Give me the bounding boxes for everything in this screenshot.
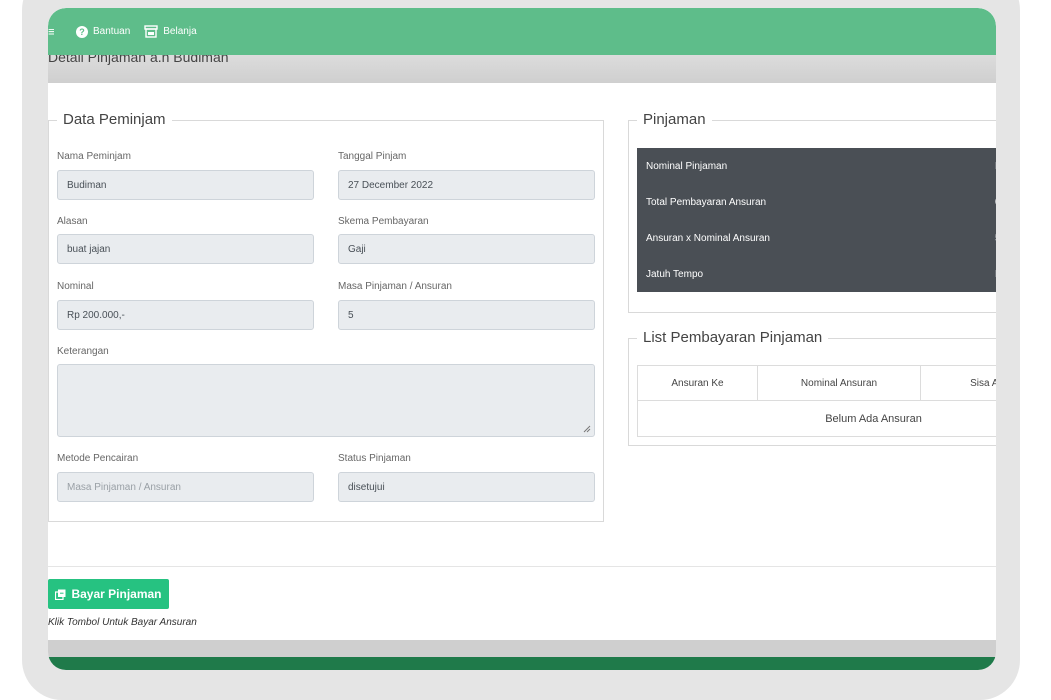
borrower-fieldset: Data Peminjam Nama Peminjam Budiman Tang…	[48, 111, 604, 522]
column-header: Sisa Ans	[920, 366, 996, 400]
column-header: Ansuran Ke	[637, 366, 757, 400]
method-label: Metode Pencairan	[57, 453, 139, 464]
name-label: Nama Peminjam	[57, 151, 131, 162]
column-header: Nominal Ansuran	[757, 366, 920, 400]
svg-text:?: ?	[79, 27, 85, 37]
footer	[48, 657, 996, 670]
loan-summary-table: Nominal Pinjaman Rp Total Pembayaran Ans…	[637, 148, 996, 292]
nav-link-label: Bantuan	[93, 26, 131, 37]
scheme-field[interactable]: Gaji	[338, 234, 595, 264]
footer-strip	[48, 640, 996, 657]
status-label: Status Pinjaman	[338, 453, 411, 464]
payments-fieldset: List Pembayaran Pinjaman Ansuran Ke Nomi…	[628, 329, 996, 446]
nav-link-label: Belanja	[163, 26, 197, 37]
loan-fieldset: Pinjaman Nominal Pinjaman Rp Total Pemba…	[628, 111, 996, 313]
loan-row: Ansuran x Nominal Ansuran 5	[637, 220, 996, 256]
date-field[interactable]: 27 December 2022	[338, 170, 595, 200]
loan-row: Nominal Pinjaman Rp	[637, 148, 996, 184]
loan-row-label: Jatuh Tempo	[646, 268, 704, 280]
notes-textarea[interactable]	[57, 364, 595, 437]
date-label: Tanggal Pinjam	[338, 151, 407, 162]
nav-link-bantuan[interactable]: ? Bantuan	[76, 25, 131, 38]
notes-label: Keterangan	[57, 346, 109, 357]
reason-field[interactable]: buat jajan	[57, 234, 314, 264]
pay-hint: Klik Tombol Untuk Bayar Ansuran	[48, 617, 197, 628]
loan-row-label: Total Pembayaran Ansuran	[646, 196, 767, 208]
page-header: Detail Pinjaman a.n Budiman	[48, 49, 996, 83]
method-field[interactable]: Masa Pinjaman / Ansuran	[57, 472, 314, 502]
screen: ≡ ? Bantuan Belanja Detail Pinjaman a.n …	[48, 8, 996, 670]
top-navbar: ≡ ? Bantuan Belanja	[48, 8, 996, 55]
loan-row-value: M	[995, 269, 996, 280]
nominal-label: Nominal	[57, 281, 94, 292]
store-icon	[144, 25, 158, 38]
reason-label: Alasan	[57, 216, 88, 227]
loan-row-value: 5	[995, 233, 996, 244]
question-circle-icon: ?	[76, 25, 88, 38]
nav-link-belanja[interactable]: Belanja	[144, 25, 197, 38]
payments-legend: List Pembayaran Pinjaman	[637, 329, 829, 346]
period-label: Masa Pinjaman / Ansuran	[338, 281, 452, 292]
loan-row-value: Rp	[995, 161, 996, 172]
period-field[interactable]: 5	[338, 300, 595, 330]
empty-row: Belum Ada Ansuran	[637, 401, 996, 437]
name-field[interactable]: Budiman	[57, 170, 314, 200]
bayar-pinjaman-button[interactable]: Bayar Pinjaman	[48, 579, 169, 609]
payments-table-header: Ansuran Ke Nominal Ansuran Sisa Ans	[637, 365, 996, 401]
loan-row: Total Pembayaran Ansuran 0	[637, 184, 996, 220]
resize-grip-icon[interactable]	[583, 425, 591, 433]
divider	[48, 566, 996, 567]
loan-row-label: Ansuran x Nominal Ansuran	[646, 232, 770, 244]
nominal-field[interactable]: Rp 200.000,-	[57, 300, 314, 330]
loan-row-label: Nominal Pinjaman	[646, 160, 728, 172]
menu-icon[interactable]: ≡	[48, 24, 54, 39]
loan-row: Jatuh Tempo M	[637, 256, 996, 292]
loan-row-value: 0	[995, 197, 996, 208]
borrower-legend: Data Peminjam	[57, 111, 172, 128]
copy-icon	[55, 589, 66, 600]
scheme-label: Skema Pembayaran	[338, 216, 429, 227]
bayar-pinjaman-label: Bayar Pinjaman	[71, 587, 162, 601]
status-field[interactable]: disetujui	[338, 472, 595, 502]
loan-legend: Pinjaman	[637, 111, 712, 128]
payments-table: Ansuran Ke Nominal Ansuran Sisa Ans Belu…	[637, 365, 996, 437]
